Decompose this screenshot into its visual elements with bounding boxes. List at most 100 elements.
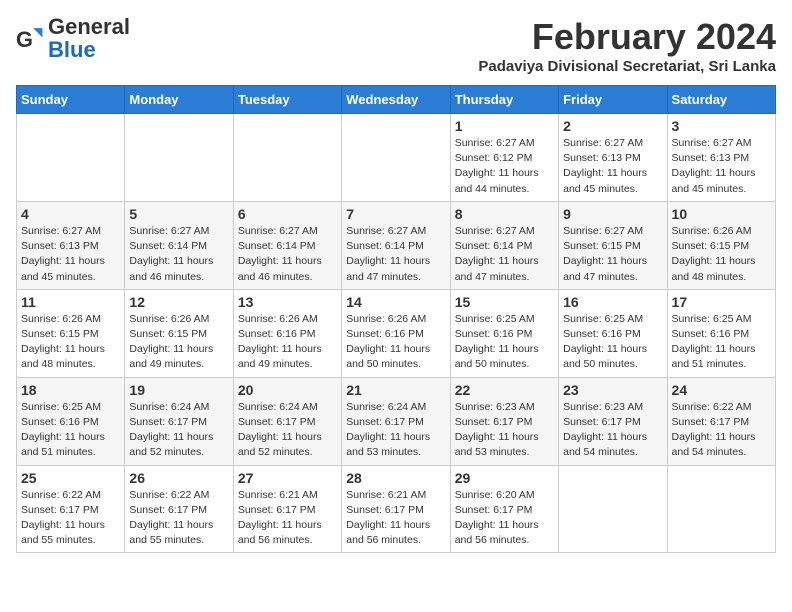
calendar-cell: 15 Sunrise: 6:25 AMSunset: 6:16 PMDayligh… — [450, 289, 558, 377]
day-info: Sunrise: 6:20 AMSunset: 6:17 PMDaylight:… — [455, 488, 554, 549]
day-info: Sunrise: 6:23 AMSunset: 6:17 PMDaylight:… — [563, 400, 662, 461]
calendar-cell — [667, 465, 775, 553]
day-info: Sunrise: 6:25 AMSunset: 6:16 PMDaylight:… — [563, 312, 662, 373]
day-number: 6 — [238, 206, 337, 222]
day-number: 1 — [455, 118, 554, 134]
day-info: Sunrise: 6:26 AMSunset: 6:16 PMDaylight:… — [238, 312, 337, 373]
calendar-cell: 10Sunrise: 6:26 AMSunset: 6:15 PMDayligh… — [667, 201, 775, 289]
day-number: 26 — [129, 470, 228, 486]
day-info: Sunrise: 6:24 AMSunset: 6:17 PMDaylight:… — [346, 400, 445, 461]
day-number: 28 — [346, 470, 445, 486]
day-header-tuesday: Tuesday — [233, 86, 341, 114]
svg-text:G: G — [16, 27, 33, 52]
calendar-cell: 3 Sunrise: 6:27 AMSunset: 6:13 PMDaylight… — [667, 114, 775, 202]
calendar-cell: 23 Sunrise: 6:23 AMSunset: 6:17 PMDayligh… — [559, 377, 667, 465]
day-number: 9 — [563, 206, 662, 222]
day-number: 20 — [238, 382, 337, 398]
calendar-cell: 12 Sunrise: 6:26 AMSunset: 6:15 PMDayligh… — [125, 289, 233, 377]
day-info: Sunrise: 6:25 AMSunset: 6:16 PMDaylight:… — [455, 312, 554, 373]
calendar-header-row: SundayMondayTuesdayWednesdayThursdayFrid… — [17, 86, 776, 114]
day-info: Sunrise: 6:25 AMSunset: 6:16 PMDaylight:… — [672, 312, 771, 373]
day-info: Sunrise: 6:26 AMSunset: 6:15 PMDaylight:… — [21, 312, 120, 373]
calendar-cell — [559, 465, 667, 553]
day-number: 24 — [672, 382, 771, 398]
calendar-cell: 19Sunrise: 6:24 AMSunset: 6:17 PMDayligh… — [125, 377, 233, 465]
day-number: 12 — [129, 294, 228, 310]
day-header-sunday: Sunday — [17, 86, 125, 114]
day-info: Sunrise: 6:27 AMSunset: 6:14 PMDaylight:… — [346, 224, 445, 285]
month-title: February 2024 — [478, 16, 776, 58]
day-number: 29 — [455, 470, 554, 486]
day-info: Sunrise: 6:22 AMSunset: 6:17 PMDaylight:… — [21, 488, 120, 549]
day-number: 4 — [21, 206, 120, 222]
calendar-week-0: 1 Sunrise: 6:27 AMSunset: 6:12 PMDaylight… — [17, 114, 776, 202]
calendar-cell: 2Sunrise: 6:27 AMSunset: 6:13 PMDaylight… — [559, 114, 667, 202]
day-info: Sunrise: 6:22 AMSunset: 6:17 PMDaylight:… — [672, 400, 771, 461]
day-number: 7 — [346, 206, 445, 222]
calendar-cell: 28 Sunrise: 6:21 AMSunset: 6:17 PMDayligh… — [342, 465, 450, 553]
day-number: 23 — [563, 382, 662, 398]
day-info: Sunrise: 6:26 AMSunset: 6:16 PMDaylight:… — [346, 312, 445, 373]
day-info: Sunrise: 6:21 AMSunset: 6:17 PMDaylight:… — [346, 488, 445, 549]
day-info: Sunrise: 6:27 AMSunset: 6:14 PMDaylight:… — [238, 224, 337, 285]
day-number: 25 — [21, 470, 120, 486]
day-info: Sunrise: 6:27 AMSunset: 6:13 PMDaylight:… — [672, 136, 771, 197]
calendar-cell: 26 Sunrise: 6:22 AMSunset: 6:17 PMDayligh… — [125, 465, 233, 553]
calendar-cell — [233, 114, 341, 202]
calendar-cell: 14Sunrise: 6:26 AMSunset: 6:16 PMDayligh… — [342, 289, 450, 377]
day-info: Sunrise: 6:21 AMSunset: 6:17 PMDaylight:… — [238, 488, 337, 549]
day-info: Sunrise: 6:27 AMSunset: 6:14 PMDaylight:… — [455, 224, 554, 285]
calendar-cell: 4 Sunrise: 6:27 AMSunset: 6:13 PMDaylight… — [17, 201, 125, 289]
day-info: Sunrise: 6:22 AMSunset: 6:17 PMDaylight:… — [129, 488, 228, 549]
day-info: Sunrise: 6:26 AMSunset: 6:15 PMDaylight:… — [672, 224, 771, 285]
calendar-cell: 1 Sunrise: 6:27 AMSunset: 6:12 PMDaylight… — [450, 114, 558, 202]
calendar-cell: 21 Sunrise: 6:24 AMSunset: 6:17 PMDayligh… — [342, 377, 450, 465]
day-header-friday: Friday — [559, 86, 667, 114]
logo-icon: G — [16, 25, 44, 53]
day-header-monday: Monday — [125, 86, 233, 114]
day-number: 16 — [563, 294, 662, 310]
day-header-wednesday: Wednesday — [342, 86, 450, 114]
day-info: Sunrise: 6:24 AMSunset: 6:17 PMDaylight:… — [238, 400, 337, 461]
day-number: 2 — [563, 118, 662, 134]
day-number: 8 — [455, 206, 554, 222]
calendar-cell: 27 Sunrise: 6:21 AMSunset: 6:17 PMDayligh… — [233, 465, 341, 553]
calendar-week-4: 25 Sunrise: 6:22 AMSunset: 6:17 PMDayligh… — [17, 465, 776, 553]
day-number: 15 — [455, 294, 554, 310]
calendar-cell: 7 Sunrise: 6:27 AMSunset: 6:14 PMDaylight… — [342, 201, 450, 289]
day-number: 21 — [346, 382, 445, 398]
logo-blue: Blue — [48, 37, 96, 62]
day-info: Sunrise: 6:27 AMSunset: 6:14 PMDaylight:… — [129, 224, 228, 285]
day-info: Sunrise: 6:27 AMSunset: 6:13 PMDaylight:… — [21, 224, 120, 285]
day-number: 27 — [238, 470, 337, 486]
day-number: 17 — [672, 294, 771, 310]
day-info: Sunrise: 6:25 AMSunset: 6:16 PMDaylight:… — [21, 400, 120, 461]
title-area: February 2024 Padaviya Divisional Secret… — [478, 16, 776, 75]
day-number: 13 — [238, 294, 337, 310]
calendar-cell — [17, 114, 125, 202]
logo-general: General — [48, 14, 130, 39]
calendar-cell: 20 Sunrise: 6:24 AMSunset: 6:17 PMDayligh… — [233, 377, 341, 465]
calendar-cell: 24 Sunrise: 6:22 AMSunset: 6:17 PMDayligh… — [667, 377, 775, 465]
day-info: Sunrise: 6:27 AMSunset: 6:12 PMDaylight:… — [455, 136, 554, 197]
day-number: 18 — [21, 382, 120, 398]
calendar-week-1: 4 Sunrise: 6:27 AMSunset: 6:13 PMDaylight… — [17, 201, 776, 289]
calendar-cell: 22 Sunrise: 6:23 AMSunset: 6:17 PMDayligh… — [450, 377, 558, 465]
day-info: Sunrise: 6:26 AMSunset: 6:15 PMDaylight:… — [129, 312, 228, 373]
header: G General Blue February 2024 Padaviya Di… — [16, 16, 776, 75]
day-info: Sunrise: 6:23 AMSunset: 6:17 PMDaylight:… — [455, 400, 554, 461]
day-number: 19 — [129, 382, 228, 398]
calendar-cell: 11 Sunrise: 6:26 AMSunset: 6:15 PMDayligh… — [17, 289, 125, 377]
day-number: 22 — [455, 382, 554, 398]
calendar-cell: 29 Sunrise: 6:20 AMSunset: 6:17 PMDayligh… — [450, 465, 558, 553]
calendar-cell — [342, 114, 450, 202]
calendar-cell: 25 Sunrise: 6:22 AMSunset: 6:17 PMDayligh… — [17, 465, 125, 553]
subtitle: Padaviya Divisional Secretariat, Sri Lan… — [478, 58, 776, 75]
calendar-week-2: 11 Sunrise: 6:26 AMSunset: 6:15 PMDayligh… — [17, 289, 776, 377]
calendar-week-3: 18 Sunrise: 6:25 AMSunset: 6:16 PMDayligh… — [17, 377, 776, 465]
calendar-cell: 8 Sunrise: 6:27 AMSunset: 6:14 PMDaylight… — [450, 201, 558, 289]
calendar-cell — [125, 114, 233, 202]
calendar-cell: 17 Sunrise: 6:25 AMSunset: 6:16 PMDayligh… — [667, 289, 775, 377]
day-number: 11 — [21, 294, 120, 310]
day-number: 3 — [672, 118, 771, 134]
